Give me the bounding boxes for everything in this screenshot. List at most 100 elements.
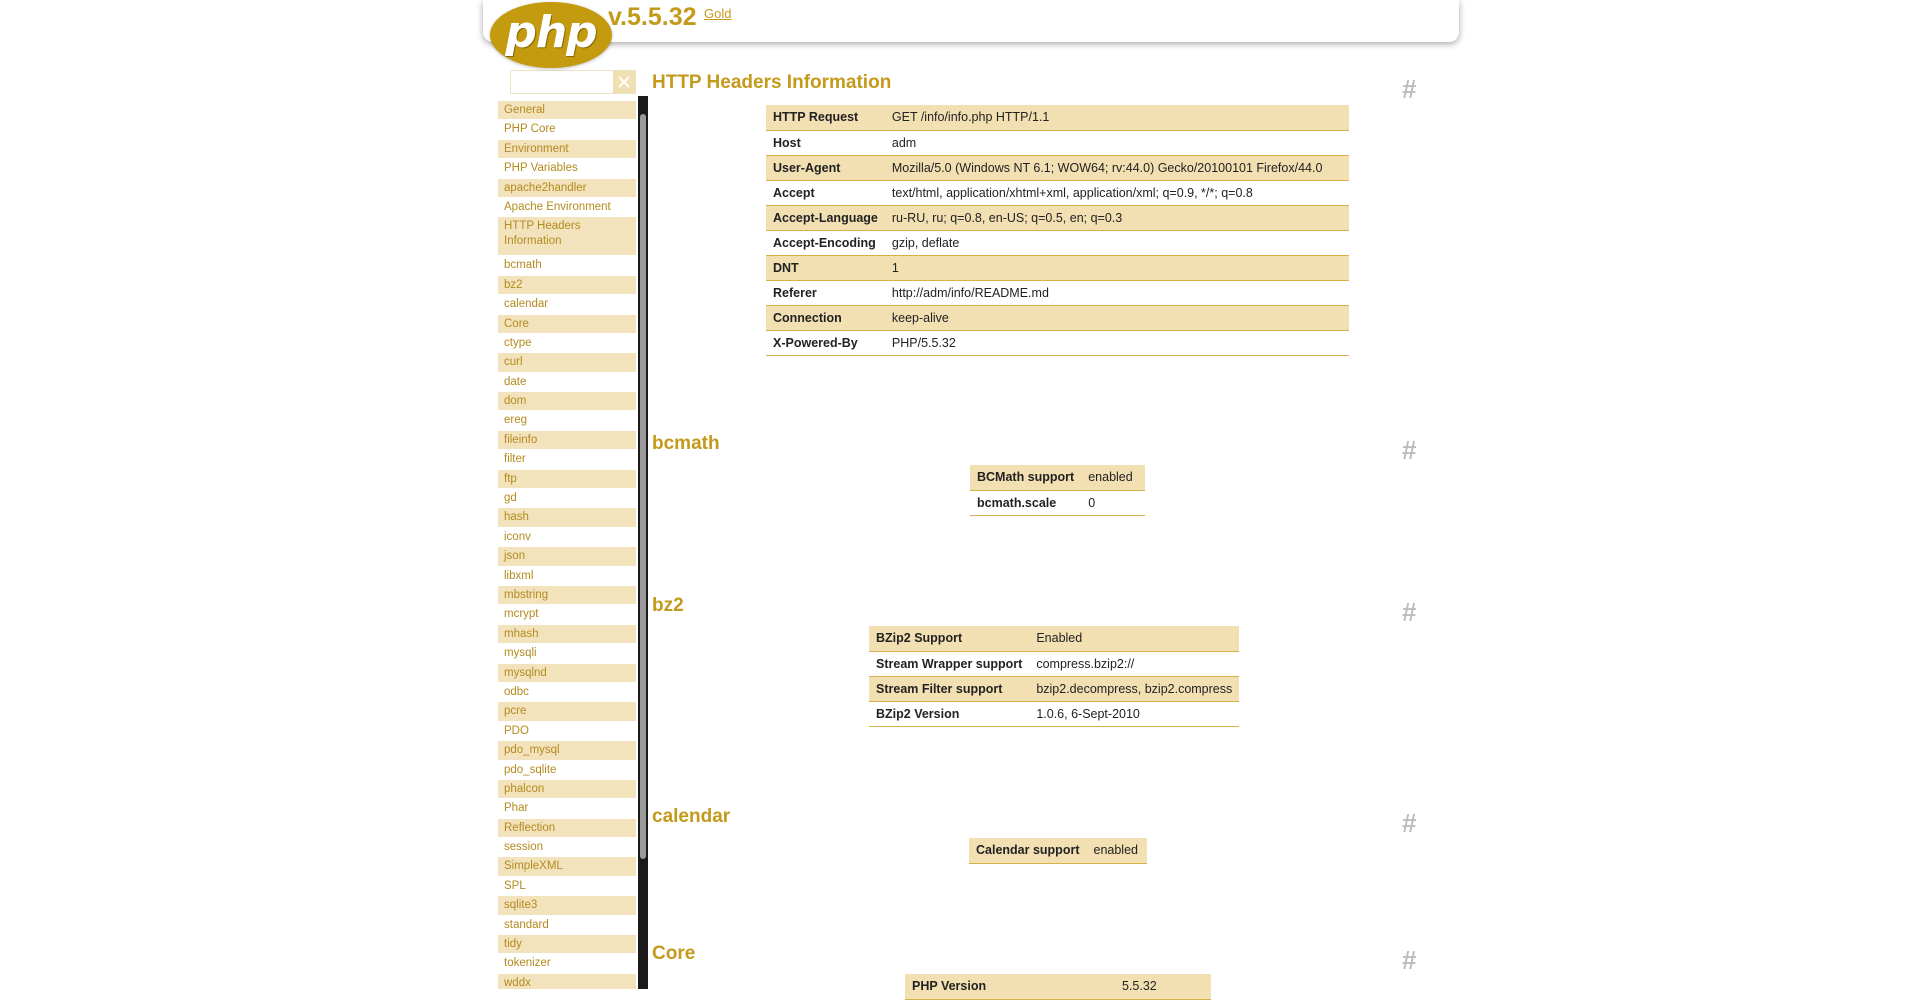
- clear-search-button[interactable]: [613, 71, 635, 93]
- table-row: Accept-Encoding gzip, deflate: [766, 230, 1349, 256]
- table-row: bcmath.scale 0: [970, 490, 1146, 516]
- sidebar-item-ereg[interactable]: ereg: [498, 411, 636, 431]
- sidebar-item-bz2[interactable]: bz2: [498, 275, 636, 296]
- table-row: User-Agent Mozilla/5.0 (Windows NT 6.1; W…: [766, 155, 1349, 181]
- table-key-cell: Referer: [766, 280, 885, 306]
- table-value-cell: compress.bzip2://: [1029, 651, 1240, 677]
- sidebar-item-odbc[interactable]: odbc: [498, 682, 636, 703]
- sidebar-item-tokenizer[interactable]: tokenizer: [498, 954, 636, 974]
- sidebar-item-wddx[interactable]: wddx: [498, 973, 636, 989]
- sidebar-item-environment[interactable]: Environment: [498, 139, 636, 160]
- php-logo: php: [490, 2, 612, 68]
- sidebar-item-ftp[interactable]: ftp: [498, 469, 636, 490]
- section-anchor-link[interactable]: #: [1402, 74, 1416, 105]
- section-title-bz2: bz2: [652, 595, 684, 616]
- table-row: Stream Filter support bzip2.decompress, b…: [869, 676, 1240, 702]
- sidebar-item-calendar[interactable]: calendar: [498, 295, 636, 315]
- section-title-http-headers-information: HTTP Headers Information: [652, 72, 892, 93]
- table-row: BCMath support enabled: [970, 465, 1146, 491]
- table-key-cell: Accept-Encoding: [766, 230, 885, 256]
- table-value-cell: 0: [1081, 490, 1146, 516]
- sidebar-item-sqlite3[interactable]: sqlite3: [498, 896, 636, 916]
- sidebar-item-gd[interactable]: gd: [498, 489, 636, 509]
- sidebar-item-filter[interactable]: filter: [498, 450, 636, 470]
- sidebar-item-phar[interactable]: Phar: [498, 799, 636, 819]
- table-value-cell: gzip, deflate: [884, 230, 1349, 256]
- sidebar-item-general[interactable]: General: [498, 101, 636, 121]
- sidebar-item-http-headers-information[interactable]: HTTP Headers Information: [498, 217, 636, 257]
- table-value-cell: ru-RU, ru; q=0.8, en-US; q=0.5, en; q=0.…: [884, 205, 1349, 231]
- sidebar-item-mysqli[interactable]: mysqli: [498, 644, 636, 664]
- table-value-cell: adm: [884, 130, 1349, 156]
- sidebar-nav: General PHP Core Environment PHP Variables a…: [498, 101, 646, 989]
- table-row: BZip2 Version 1.0.6, 6-Sept-2010: [869, 701, 1240, 727]
- table-value-cell: 5.5.32: [1115, 974, 1211, 1000]
- table-row: Connection keep-alive: [766, 305, 1349, 331]
- table-row: Host adm: [766, 130, 1349, 156]
- table-value-cell: 1.0.6, 6-Sept-2010: [1029, 701, 1240, 727]
- sidebar-item-pdo-mysql[interactable]: pdo_mysql: [498, 741, 636, 761]
- sidebar-item-phalcon[interactable]: phalcon: [498, 779, 636, 800]
- table-key-cell: BZip2 Version: [869, 701, 1030, 727]
- sidebar-item-pdo[interactable]: PDO: [498, 721, 636, 742]
- section-anchor-link[interactable]: #: [1402, 808, 1416, 839]
- table-key-cell: HTTP Request: [766, 105, 885, 131]
- sidebar-item-ctype[interactable]: ctype: [498, 333, 636, 354]
- info-table-http-headers-information: HTTP Request GET /info/info.php HTTP/1.1 H…: [766, 105, 1349, 356]
- sidebar-item-php-variables[interactable]: PHP Variables: [498, 159, 636, 179]
- sidebar-item-mhash[interactable]: mhash: [498, 624, 636, 645]
- table-value-cell: GET /info/info.php HTTP/1.1: [884, 105, 1349, 131]
- scrollbar-thumb[interactable]: [640, 114, 646, 859]
- table-key-cell: BCMath support: [970, 465, 1082, 491]
- sidebar-item-dom[interactable]: dom: [498, 392, 636, 412]
- sidebar-item-tidy[interactable]: tidy: [498, 935, 636, 955]
- sidebar-item-pdo-sqlite[interactable]: pdo_sqlite: [498, 760, 636, 780]
- sidebar-item-libxml[interactable]: libxml: [498, 566, 636, 586]
- sidebar-item-bcmath[interactable]: bcmath: [498, 256, 636, 276]
- info-table-bz2: BZip2 Support Enabled Stream Wrapper suppo…: [869, 626, 1240, 727]
- sidebar-item-mcrypt[interactable]: mcrypt: [498, 605, 636, 625]
- table-row: DNT 1: [766, 255, 1349, 281]
- sidebar-item-date[interactable]: date: [498, 372, 636, 393]
- section-anchor-link[interactable]: #: [1402, 945, 1416, 976]
- table-value-cell: Enabled: [1029, 626, 1240, 652]
- section-anchor-link[interactable]: #: [1402, 597, 1416, 628]
- sidebar-item-core[interactable]: Core: [498, 314, 636, 334]
- sidebar-item-php-core[interactable]: PHP Core: [498, 120, 636, 140]
- table-value-cell: bzip2.decompress, bzip2.compress: [1029, 676, 1240, 702]
- sidebar-item-reflection[interactable]: Reflection: [498, 818, 636, 839]
- sidebar-item-apache2handler[interactable]: apache2handler: [498, 178, 636, 198]
- sidebar-item-json[interactable]: json: [498, 547, 636, 567]
- table-row: HTTP Request GET /info/info.php HTTP/1.1: [766, 105, 1349, 131]
- table-key-cell: Connection: [766, 305, 885, 331]
- table-row: BZip2 Support Enabled: [869, 626, 1240, 652]
- info-table-core: PHP Version 5.5.32: [905, 974, 1211, 1000]
- table-value-cell: 1: [884, 255, 1349, 281]
- sidebar-item-spl[interactable]: SPL: [498, 876, 636, 897]
- sidebar-item-session[interactable]: session: [498, 838, 636, 858]
- section-title-bcmath: bcmath: [652, 433, 720, 454]
- theme-link[interactable]: Gold: [704, 6, 731, 21]
- sidebar-item-pcre[interactable]: pcre: [498, 702, 636, 722]
- sidebar-item-iconv[interactable]: iconv: [498, 527, 636, 548]
- sidebar-item-simplexml[interactable]: SimpleXML: [498, 857, 636, 877]
- sidebar-item-mbstring[interactable]: mbstring: [498, 585, 636, 606]
- table-key-cell: Stream Wrapper support: [869, 651, 1030, 677]
- table-row: Accept text/html, application/xhtml+xml, …: [766, 180, 1349, 206]
- nav-list: General PHP Core Environment PHP Variables a…: [498, 101, 636, 989]
- section-anchor-link[interactable]: #: [1402, 435, 1416, 466]
- info-table-bcmath: BCMath support enabled bcmath.scale 0: [970, 465, 1146, 516]
- table-key-cell: DNT: [766, 255, 885, 281]
- sidebar-scrollbar[interactable]: [638, 96, 648, 989]
- sidebar-item-fileinfo[interactable]: fileinfo: [498, 430, 636, 451]
- table-key-cell: Accept-Language: [766, 205, 885, 231]
- table-row: Calendar support enabled: [969, 838, 1147, 864]
- sidebar-item-mysqlnd[interactable]: mysqlnd: [498, 663, 636, 683]
- sidebar-item-curl[interactable]: curl: [498, 353, 636, 373]
- sidebar-item-hash[interactable]: hash: [498, 508, 636, 528]
- table-key-cell: Host: [766, 130, 885, 156]
- sidebar-item-standard[interactable]: standard: [498, 915, 636, 936]
- table-key-cell: bcmath.scale: [970, 490, 1082, 516]
- table-value-cell: PHP/5.5.32: [884, 330, 1349, 356]
- sidebar-item-apache-environment[interactable]: Apache Environment: [498, 197, 636, 218]
